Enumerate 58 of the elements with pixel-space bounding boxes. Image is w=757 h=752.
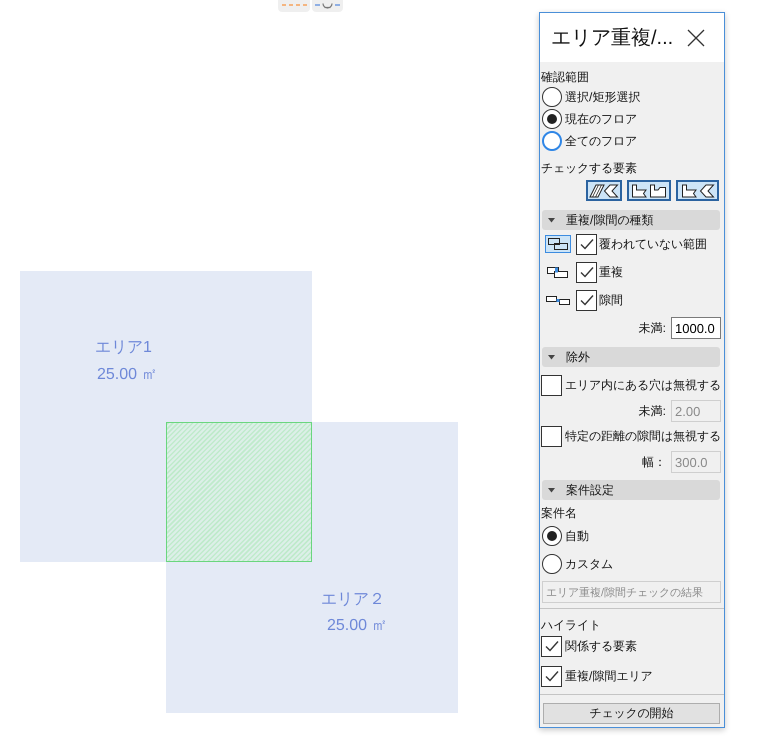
radio-label: 全てのフロア <box>565 133 637 149</box>
radio-button[interactable] <box>542 109 562 129</box>
rectangles-icon[interactable] <box>545 235 571 253</box>
field-label: 未満: <box>638 402 666 420</box>
checkbox-label: エリア内にある穴は無視する <box>565 377 721 393</box>
area-name: エリア1 <box>95 338 152 358</box>
checkbox-label: 隙間 <box>599 292 623 308</box>
checkbox[interactable] <box>576 234 597 254</box>
check-icon <box>580 266 594 278</box>
section-header[interactable]: 重複/隙間の種類 <box>542 210 720 230</box>
checkbox-label: 関係する要素 <box>565 638 637 654</box>
checkbox[interactable] <box>541 374 562 396</box>
element-toggle-button[interactable] <box>586 180 622 201</box>
triangle-icon <box>548 218 555 222</box>
check-icon <box>580 294 594 306</box>
element-toggle-button[interactable] <box>627 180 671 201</box>
checkbox[interactable] <box>541 636 562 656</box>
radio-button[interactable] <box>542 87 562 107</box>
triangle-icon <box>548 354 555 360</box>
group-label: チェックする要素 <box>541 160 637 177</box>
area-name: エリア２ <box>321 590 385 610</box>
section-header[interactable]: 除外 <box>542 347 720 367</box>
dashed-line-arc-icon[interactable] <box>312 0 343 12</box>
start-button[interactable]: チェックの開始 <box>543 703 720 724</box>
triangle-icon <box>548 488 555 492</box>
number-field[interactable]: 1000.0 <box>671 317 721 339</box>
radio-label: 現在のフロア <box>565 111 637 127</box>
group-label: 確認範囲 <box>541 69 589 86</box>
radio-label: 選択/矩形選択 <box>565 89 640 105</box>
field-label: 幅： <box>642 454 666 470</box>
radio-label: 自動 <box>565 528 589 544</box>
check-icon <box>544 670 558 682</box>
radio-label: カスタム <box>565 556 613 572</box>
element-toggle-button[interactable] <box>676 180 719 201</box>
hatch-chevron-icon <box>589 184 619 198</box>
check-icon <box>580 238 594 250</box>
radio-button[interactable] <box>542 526 562 546</box>
panel-title: エリア重複/... <box>551 26 674 50</box>
checkbox-label: 覆われていない範囲 <box>599 236 707 252</box>
checkbox-label: 特定の距離の隙間は無視する <box>565 428 721 444</box>
group-label: ハイライト <box>541 617 601 634</box>
checkbox-label: 重複/隙間エリア <box>565 668 652 684</box>
checkbox[interactable] <box>576 262 597 282</box>
bracket-chevron-icon <box>680 184 714 198</box>
radio-button[interactable] <box>542 554 562 574</box>
area-size: 25.00 ㎡ <box>97 365 158 385</box>
double-bracket-icon <box>631 184 667 198</box>
close-icon[interactable] <box>687 28 705 46</box>
checkbox-label: 重複 <box>599 264 623 280</box>
checkbox[interactable] <box>541 426 562 446</box>
radio-button[interactable] <box>542 131 562 151</box>
field-label: 未満: <box>638 320 666 336</box>
checkbox[interactable] <box>576 290 597 310</box>
check-icon <box>544 640 558 652</box>
area-size: 25.00 ㎡ <box>327 616 388 636</box>
section-header[interactable]: 案件設定 <box>542 480 720 500</box>
group-label: 案件名 <box>541 505 577 522</box>
checkbox[interactable] <box>541 666 562 686</box>
